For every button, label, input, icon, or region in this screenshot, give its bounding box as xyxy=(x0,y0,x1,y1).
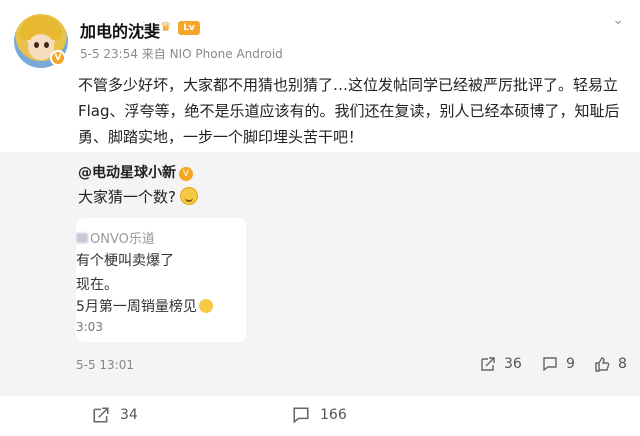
verified-icon: V xyxy=(179,167,193,181)
post-header: V 加电的沈斐 ♛ Lv ⌄ 5-5 23:54 来自 NIO Phone An… xyxy=(0,0,640,152)
share-button[interactable]: 34 xyxy=(92,406,138,424)
post-meta: 5-5 23:54 来自 NIO Phone Android xyxy=(80,47,283,61)
repost-comment-button[interactable]: 9 xyxy=(542,356,575,372)
comment-button[interactable]: 166 xyxy=(292,406,347,424)
repost-block[interactable]: @电动星球小新 V 大家猜一个数? ONVO乐道 有个梗叫卖爆了 现在。 5月第一… xyxy=(0,152,640,396)
post-body: 不管多少好坏，大家都不用猜也别猜了…这位发帖同学已经被严厉批评了。轻易立Flag… xyxy=(78,76,620,146)
comment-icon xyxy=(543,357,557,372)
card-source: ONVO乐道 xyxy=(76,228,155,247)
repost-text: 大家猜一个数? xyxy=(78,186,198,207)
comment-icon xyxy=(293,407,309,424)
share-icon xyxy=(481,357,495,371)
like-icon xyxy=(595,357,610,372)
card-line: 现在。 xyxy=(76,277,118,293)
share-icon xyxy=(93,407,109,423)
post-footer: 34 166 xyxy=(0,396,640,436)
more-icon[interactable]: ⌄ xyxy=(612,12,624,28)
smile-emoji-icon xyxy=(179,187,198,205)
card-time: 3:03 xyxy=(76,320,103,334)
username[interactable]: 加电的沈斐 xyxy=(80,18,160,42)
embedded-card[interactable]: ONVO乐道 有个梗叫卖爆了 现在。 5月第一周销量榜见 3:03 xyxy=(76,218,246,342)
level-badge: Lv xyxy=(178,21,200,35)
repost-author[interactable]: @电动星球小新 V xyxy=(78,162,193,182)
verified-icon: V xyxy=(50,50,66,66)
repost-like-button[interactable]: 8 xyxy=(594,356,627,372)
emoji-icon xyxy=(198,299,213,313)
card-line: 有个梗叫卖爆了 xyxy=(76,253,174,269)
card-line: 5月第一周销量榜见 xyxy=(76,296,213,316)
repost-share-button[interactable]: 36 xyxy=(480,356,522,372)
crown-icon: ♛ xyxy=(160,20,172,35)
repost-time: 5-5 13:01 xyxy=(76,358,134,372)
